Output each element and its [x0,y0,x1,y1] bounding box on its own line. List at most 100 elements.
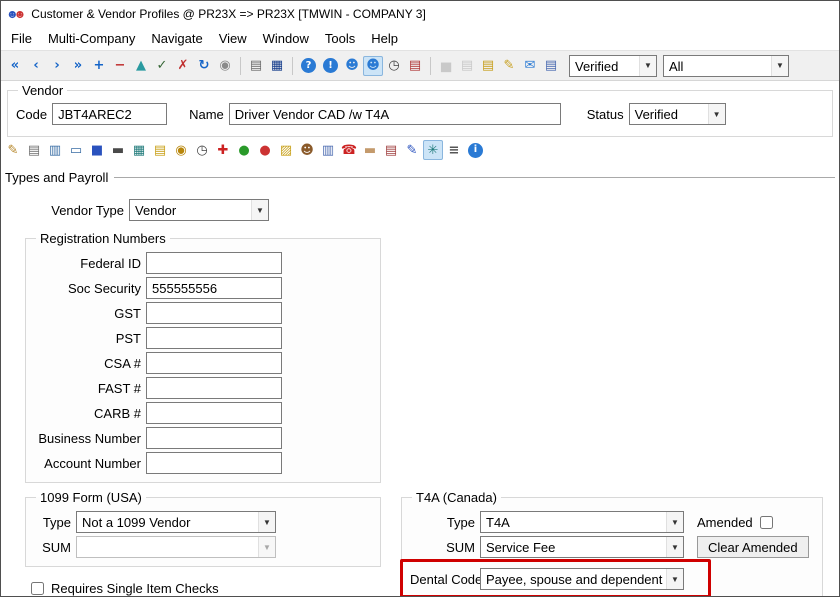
edit-page-icon[interactable]: ✎ [3,140,23,160]
clear-amended-button[interactable]: Clear Amended [697,536,809,558]
all-filter-dropdown[interactable]: All ▼ [663,55,789,77]
name-input[interactable] [229,103,561,125]
chevron-down-icon[interactable]: ▼ [666,537,683,557]
amended-checkbox[interactable] [760,516,773,529]
clock-icon[interactable]: ◷ [192,140,212,160]
coins-icon[interactable]: ◉ [171,140,191,160]
chevron-down-icon[interactable]: ▼ [258,512,275,532]
app-window: ☻☻ Customer & Vendor Profiles @ PR23X =>… [0,0,840,597]
form-row: Type Not a 1099 Vendor ▼ [34,511,372,533]
clock-icon[interactable]: ◷ [384,56,404,76]
carb-input[interactable] [146,402,282,424]
gst-input[interactable] [146,302,282,324]
collapse-icon[interactable]: ▲ [131,56,151,76]
code-input[interactable] [52,103,167,125]
calculator-icon[interactable]: ▦ [129,140,149,160]
first-record-icon[interactable]: « [5,56,25,76]
dental-code-dropdown[interactable]: Payee, spouse and dependent chi ▼ [480,568,684,590]
next-record-icon[interactable]: › [47,56,67,76]
requires-single-item-checks-checkbox[interactable] [31,582,44,595]
drop-icon[interactable]: ● [255,140,275,160]
pen-icon[interactable]: ✎ [402,140,422,160]
print-checks-icon[interactable]: ▤ [405,56,425,76]
cancel-icon[interactable]: ✗ [173,56,193,76]
add-record-icon[interactable]: + [89,56,109,76]
chart-icon[interactable]: ▅ [436,56,456,76]
business-number-label: Business Number [34,431,146,446]
edit-notes-icon[interactable]: ✎ [499,56,519,76]
csa-input[interactable] [146,352,282,374]
medical-cross-icon[interactable]: ✚ [213,140,233,160]
send-mail-icon[interactable]: ✉ [520,56,540,76]
customer-profile-icon[interactable]: ☻ [342,56,362,76]
1099-form-groupbox: 1099 Form (USA) Type Not a 1099 Vendor ▼… [25,490,381,567]
id-card-icon[interactable]: ▭ [66,140,86,160]
report-icon[interactable]: ▤ [457,56,477,76]
menu-navigate[interactable]: Navigate [143,28,210,49]
ledger-book-icon[interactable]: ▥ [45,140,65,160]
view-record-icon[interactable]: ◉ [215,56,235,76]
print-icon[interactable]: ▤ [246,56,266,76]
people-icon[interactable]: ☻ [297,140,317,160]
vendor-profile-icon[interactable]: ☻ [363,56,383,76]
csa-label: CSA # [34,356,146,371]
refresh-icon[interactable]: ↻ [194,56,214,76]
menu-window[interactable]: Window [255,28,317,49]
t4a-sum-dropdown[interactable]: Service Fee ▼ [480,536,684,558]
list-report-icon[interactable]: ≡ [444,140,464,160]
flask-icon[interactable]: ● [234,140,254,160]
fast-input[interactable] [146,377,282,399]
section-header: Types and Payroll [5,168,835,186]
form-row: GST [34,302,372,324]
registration-numbers-legend: Registration Numbers [36,231,170,246]
flagged-page-icon[interactable]: ▤ [381,140,401,160]
verified-filter-value: Verified [570,56,639,76]
t4a-type-dropdown[interactable]: T4A ▼ [480,511,684,533]
chevron-down-icon[interactable]: ▼ [666,569,683,589]
notes-icon[interactable]: ▤ [478,56,498,76]
print-page-icon[interactable]: ▤ [24,140,44,160]
vendor-type-dropdown[interactable]: Vendor ▼ [129,199,269,221]
accept-icon[interactable]: ✓ [152,56,172,76]
form-row: PST [34,327,372,349]
form-row: CARB # [34,402,372,424]
1099-type-dropdown[interactable]: Not a 1099 Vendor ▼ [76,511,276,533]
menu-tools[interactable]: Tools [317,28,363,49]
phone-icon[interactable]: ☎ [339,140,359,160]
last-record-icon[interactable]: » [68,56,88,76]
previous-record-icon[interactable]: ‹ [26,56,46,76]
save-disk-icon[interactable]: ■ [87,140,107,160]
account-number-input[interactable] [146,452,282,474]
delete-record-icon[interactable]: − [110,56,130,76]
menu-help[interactable]: Help [363,28,406,49]
menu-multi-company[interactable]: Multi-Company [40,28,143,49]
pst-input[interactable] [146,327,282,349]
menu-view[interactable]: View [211,28,255,49]
soc-security-input[interactable] [146,277,282,299]
chevron-down-icon[interactable]: ▼ [251,200,268,220]
menu-file[interactable]: File [3,28,40,49]
verified-filter-dropdown[interactable]: Verified ▼ [569,55,657,77]
1099-sum-dropdown[interactable]: ▼ [76,536,276,558]
folder-icon[interactable]: ▬ [360,140,380,160]
chevron-down-icon[interactable]: ▼ [771,56,788,76]
types-payroll-icon[interactable]: ✳ [423,140,443,160]
cassette-icon[interactable]: ▬ [108,140,128,160]
scroll-icon[interactable]: ▨ [276,140,296,160]
status-dropdown[interactable]: Verified ▼ [629,103,726,125]
chevron-down-icon[interactable]: ▼ [708,104,725,124]
federal-id-input[interactable] [146,252,282,274]
business-number-input[interactable] [146,427,282,449]
info-globe-icon[interactable]: i [468,143,483,158]
1099-sum-label: SUM [34,540,76,555]
monitor-icon[interactable]: ▦ [267,56,287,76]
chevron-down-icon[interactable]: ▼ [639,56,656,76]
form-row: Federal ID [34,252,372,274]
sticky-notes-icon[interactable]: ▤ [150,140,170,160]
amended-group: Amended [697,515,773,530]
help-globe-icon[interactable]: ? [301,58,316,73]
account-card-icon[interactable]: ▥ [318,140,338,160]
info-icon[interactable]: ! [323,58,338,73]
chevron-down-icon[interactable]: ▼ [666,512,683,532]
print-preview-icon[interactable]: ▤ [541,56,561,76]
